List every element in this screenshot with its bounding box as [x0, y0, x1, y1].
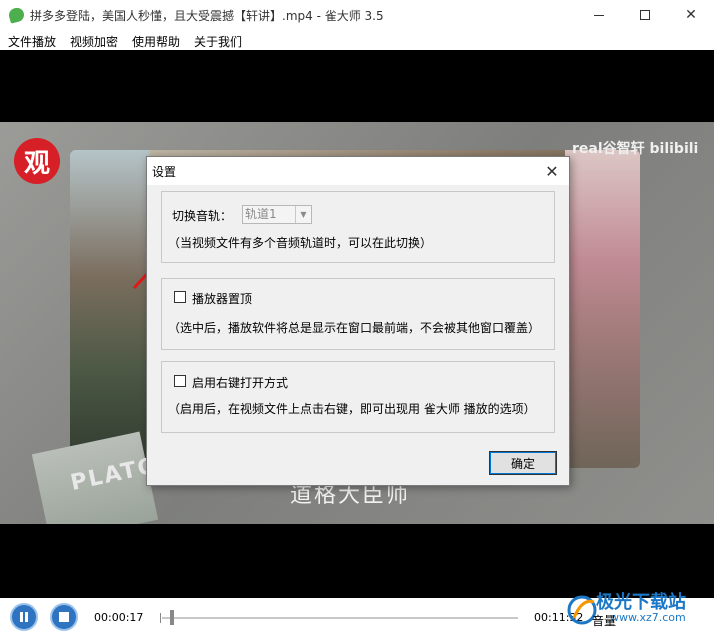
pause-icon — [20, 612, 28, 622]
maximize-button[interactable] — [622, 0, 668, 30]
on-top-checkbox[interactable] — [174, 291, 186, 303]
maximize-icon — [640, 10, 650, 20]
dialog-close-button[interactable]: ✕ — [535, 157, 569, 185]
seek-bar[interactable] — [162, 617, 518, 619]
on-top-hint: （选中后，播放软件将总是显示在窗口最前端，不会被其他窗口覆盖） — [168, 321, 541, 335]
pause-button[interactable] — [10, 603, 38, 631]
context-menu-label[interactable]: 启用右键打开方式 — [192, 374, 288, 391]
minimize-button[interactable] — [576, 0, 622, 30]
stop-icon — [59, 612, 69, 622]
channel-logo-icon: 观 — [14, 138, 60, 184]
menu-item-file-play[interactable]: 文件播放 — [8, 33, 56, 50]
menu-bar: 文件播放 视频加密 使用帮助 关于我们 — [0, 30, 714, 50]
on-top-group: 播放器置顶 （选中后，播放软件将总是显示在窗口最前端，不会被其他窗口覆盖） — [161, 278, 555, 350]
context-menu-hint: （启用后，在视频文件上点击右键，即可出现用 雀大师 播放的选项） — [168, 402, 536, 416]
close-icon: ✕ — [545, 161, 559, 181]
audio-track-value: 轨道1 — [245, 207, 277, 221]
audio-track-label: 切换音轨： — [172, 209, 233, 223]
close-icon: ✕ — [685, 7, 697, 23]
site-url: www.xz7.com — [610, 611, 686, 624]
playback-controls: 00:00:17 00:11:32 极光下载站 www.xz7.com 音量 — [0, 592, 714, 637]
video-watermark: real谷智轩 bilibili — [572, 141, 699, 157]
close-button[interactable]: ✕ — [668, 0, 714, 30]
audio-track-hint: （当视频文件有多个音频轨道时，可以在此切换） — [168, 236, 433, 250]
audio-track-select[interactable]: 轨道1 ▼ — [242, 205, 312, 224]
dialog-title: 设置 — [152, 165, 177, 179]
context-menu-checkbox[interactable] — [174, 375, 186, 387]
volume-label: 音量 — [592, 614, 617, 628]
menu-item-about[interactable]: 关于我们 — [194, 33, 242, 50]
dialog-title-bar: 设置 ✕ — [147, 157, 569, 185]
chevron-down-icon: ▼ — [295, 206, 311, 223]
audio-track-group: 切换音轨： 轨道1 ▼ （当视频文件有多个音频轨道时，可以在此切换） — [161, 191, 555, 263]
context-menu-group: 启用右键打开方式 （启用后，在视频文件上点击右键，即可出现用 雀大师 播放的选项… — [161, 361, 555, 433]
settings-dialog: 设置 ✕ 切换音轨： 轨道1 ▼ （当视频文件有多个音频轨道时，可以在此切换） … — [146, 156, 570, 486]
on-top-label[interactable]: 播放器置顶 — [192, 290, 252, 307]
app-logo-icon — [7, 6, 26, 24]
current-time: 00:00:17 — [94, 611, 144, 624]
title-bar: 拼多多登陆，美国人秒懂，且大受震撼【轩讲】.mp4 - 雀大师 3.5 ✕ — [0, 0, 714, 30]
seek-thumb[interactable] — [170, 610, 174, 625]
menu-item-help[interactable]: 使用帮助 — [132, 33, 180, 50]
minimize-icon — [594, 14, 604, 16]
stop-button[interactable] — [50, 603, 78, 631]
window-title: 拼多多登陆，美国人秒懂，且大受震撼【轩讲】.mp4 - 雀大师 3.5 — [30, 9, 384, 23]
menu-item-video-encrypt[interactable]: 视频加密 — [70, 33, 118, 50]
ok-button[interactable]: 确定 — [489, 451, 557, 475]
